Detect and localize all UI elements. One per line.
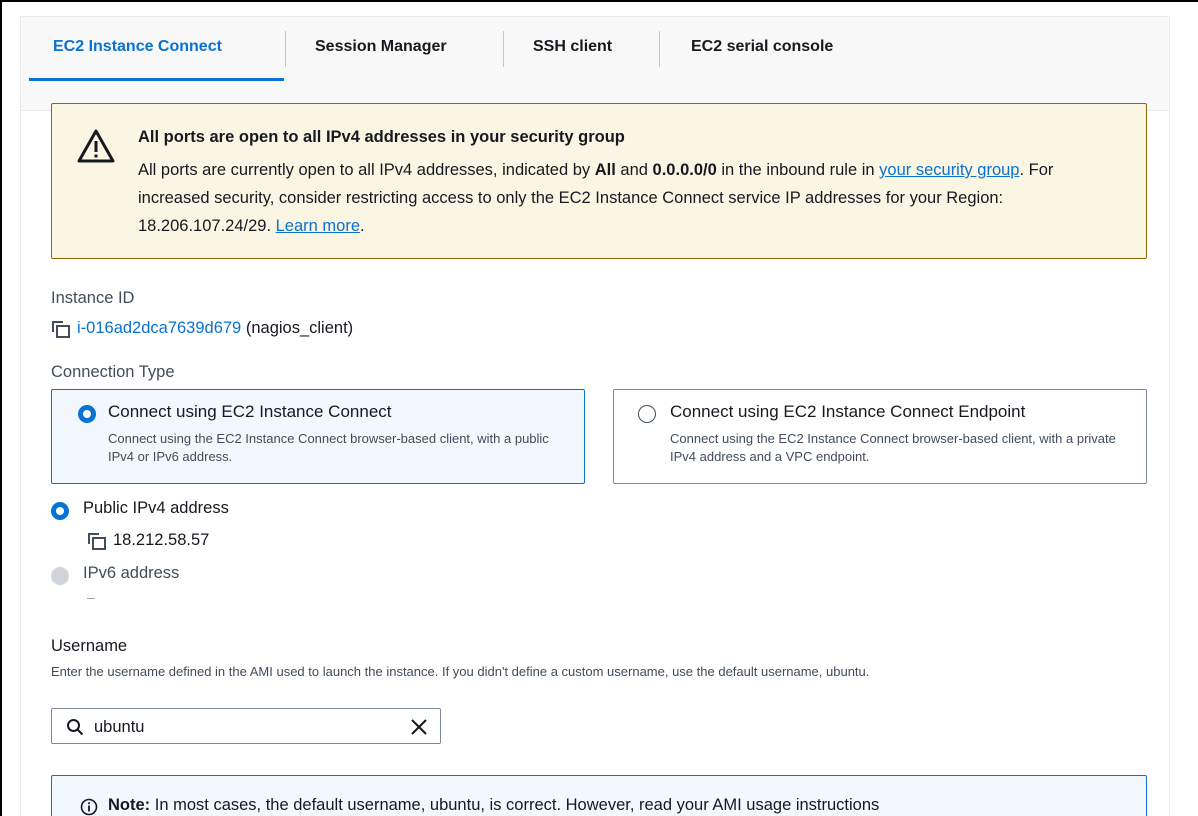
instance-id-label: Instance ID [51, 289, 135, 307]
ipv6-value: – [87, 589, 95, 605]
instance-name: (nagios_client) [245, 319, 354, 337]
instance-id-link[interactable]: i-016ad2dca7639d679 [77, 319, 241, 338]
copy-icon[interactable] [51, 320, 71, 338]
username-label: Username [51, 637, 128, 655]
tab-divider [285, 31, 286, 67]
tab-ssh-client[interactable]: SSH client [533, 17, 612, 81]
security-group-link[interactable]: your security group [879, 161, 1019, 179]
public-ipv4-value-row: 18.212.58.57 [87, 531, 209, 550]
public-ipv4-label: Public IPv4 address [83, 499, 229, 517]
radio-selected[interactable] [78, 405, 96, 423]
search-icon [67, 719, 84, 736]
username-note-alert: Note: In most cases, the default usernam… [51, 775, 1147, 816]
active-tab-indicator [29, 78, 284, 81]
username-description: Enter the username defined in the AMI us… [51, 664, 870, 679]
username-search-box [51, 708, 441, 744]
username-input[interactable] [94, 715, 394, 739]
public-ipv4-radio[interactable] [51, 502, 69, 520]
copy-icon[interactable] [87, 532, 107, 550]
info-icon [80, 798, 98, 816]
connection-type-label: Connection Type [51, 363, 175, 381]
tab-session-manager[interactable]: Session Manager [315, 17, 447, 81]
connect-panel: EC2 Instance Connect Session Manager SSH… [20, 16, 1170, 816]
ipv6-label: IPv6 address [83, 564, 180, 582]
connection-option-title: Connect using EC2 Instance Connect Endpo… [670, 402, 1026, 421]
tab-divider [659, 31, 660, 67]
tab-divider [503, 31, 504, 67]
close-icon[interactable] [410, 718, 428, 736]
connection-option-instance-connect[interactable]: Connect using EC2 Instance Connect Conne… [51, 389, 585, 484]
warning-triangle-icon [77, 129, 115, 163]
learn-more-link[interactable]: Learn more [276, 217, 360, 235]
tab-ec2-serial-console[interactable]: EC2 serial console [691, 17, 833, 81]
tabs-bar: EC2 Instance Connect Session Manager SSH… [21, 17, 1169, 111]
warning-title: All ports are open to all IPv4 addresses… [138, 128, 625, 146]
public-ipv4-value: 18.212.58.57 [113, 531, 210, 549]
warning-body: All ports are currently open to all IPv4… [138, 161, 1054, 235]
connection-option-description: Connect using the EC2 Instance Connect b… [670, 431, 1116, 464]
connection-option-description: Connect using the EC2 Instance Connect b… [108, 431, 549, 464]
ipv6-radio-disabled [51, 567, 69, 585]
tab-ec2-instance-connect[interactable]: EC2 Instance Connect [53, 17, 222, 81]
radio-unselected[interactable] [638, 405, 656, 423]
security-warning-alert: All ports are open to all IPv4 addresses… [51, 103, 1147, 259]
note-text: Note: In most cases, the default usernam… [108, 796, 880, 814]
connection-option-endpoint[interactable]: Connect using EC2 Instance Connect Endpo… [613, 389, 1147, 484]
instance-id-row: i-016ad2dca7639d679 (nagios_client) [51, 319, 353, 338]
connection-option-title: Connect using EC2 Instance Connect [108, 402, 392, 421]
